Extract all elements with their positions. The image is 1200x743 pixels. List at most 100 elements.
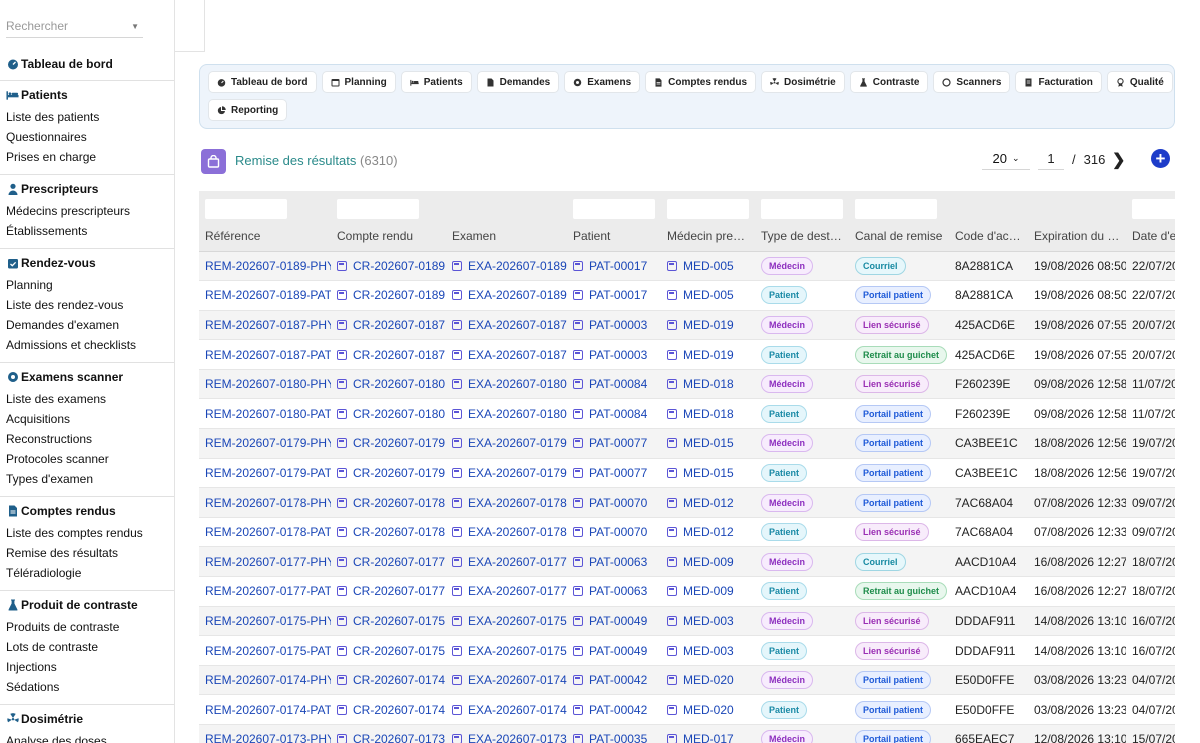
record-link[interactable]: CR-202607-0180 xyxy=(353,407,445,421)
reference-link[interactable]: REM-202607-0189-PAT xyxy=(205,288,331,302)
record-link[interactable]: CR-202607-0187 xyxy=(353,318,445,332)
record-link[interactable]: PAT-00017 xyxy=(589,288,647,302)
sidebar-item-liste-des-rendez-vous[interactable]: Liste des rendez-vous xyxy=(0,295,174,315)
sidebar-item-questionnaires[interactable]: Questionnaires xyxy=(0,127,174,147)
toolbar-button-demandes[interactable]: Demandes xyxy=(476,71,560,93)
record-link[interactable]: MED-017 xyxy=(683,732,734,743)
record-link[interactable]: EXA-202607-0187 xyxy=(468,348,567,362)
record-link[interactable]: MED-012 xyxy=(683,496,734,510)
record-link[interactable]: PAT-00063 xyxy=(589,584,647,598)
table-row[interactable]: REM-202607-0177-PHY CR-202607-0177 EXA-202… xyxy=(199,546,1175,578)
record-link[interactable]: PAT-00070 xyxy=(589,525,647,539)
table-row[interactable]: REM-202607-0179-PHY CR-202607-0179 EXA-202… xyxy=(199,428,1175,459)
record-link[interactable]: MED-012 xyxy=(683,525,734,539)
record-link[interactable]: EXA-202607-0189 xyxy=(468,259,567,273)
record-link[interactable]: EXA-202607-0179 xyxy=(468,436,567,450)
sidebar-heading-produit-de-contraste[interactable]: Produit de contraste xyxy=(0,597,174,613)
sidebar-item-types-d-examen[interactable]: Types d'examen xyxy=(0,469,174,489)
record-link[interactable]: CR-202607-0173 xyxy=(353,732,445,743)
toolbar-button-patients[interactable]: Patients xyxy=(400,71,472,93)
record-link[interactable]: CR-202607-0178 xyxy=(353,496,445,510)
reference-link[interactable]: REM-202607-0174-PHY xyxy=(205,673,331,687)
column-header[interactable]: Expiration du lien xyxy=(1028,221,1126,252)
sidebar-heading-comptes-rendus[interactable]: Comptes rendus xyxy=(0,503,174,519)
record-link[interactable]: EXA-202607-0175 xyxy=(468,614,567,628)
column-filter-input[interactable] xyxy=(205,199,287,219)
record-link[interactable]: CR-202607-0179 xyxy=(353,466,445,480)
record-link[interactable]: MED-018 xyxy=(683,407,734,421)
sidebar-item-demandes-d-examen[interactable]: Demandes d'examen xyxy=(0,315,174,335)
sidebar-item-lots-de-contraste[interactable]: Lots de contraste xyxy=(0,637,174,657)
sidebar-heading-examens-scanner[interactable]: Examens scanner xyxy=(0,369,174,385)
record-link[interactable]: PAT-00077 xyxy=(589,466,647,480)
record-link[interactable]: CR-202607-0189 xyxy=(353,288,445,302)
sidebar-item-liste-des-comptes-rendus[interactable]: Liste des comptes rendus xyxy=(0,523,174,543)
reference-link[interactable]: REM-202607-0179-PHY xyxy=(205,436,331,450)
page-number-input[interactable]: 1 xyxy=(1038,148,1064,170)
reference-link[interactable]: REM-202607-0173-PHY xyxy=(205,732,331,743)
column-filter-input[interactable] xyxy=(855,199,937,219)
sidebar-heading-patients[interactable]: Patients xyxy=(0,87,174,103)
record-link[interactable]: MED-009 xyxy=(683,584,734,598)
record-link[interactable]: EXA-202607-0179 xyxy=(468,466,567,480)
toolbar-button-contraste[interactable]: Contraste xyxy=(849,71,929,93)
record-link[interactable]: CR-202607-0177 xyxy=(353,584,445,598)
toolbar-button-comptes-rendus[interactable]: Comptes rendus xyxy=(645,71,757,93)
sidebar-item-reconstructions[interactable]: Reconstructions xyxy=(0,429,174,449)
record-link[interactable]: PAT-00003 xyxy=(589,348,647,362)
reference-link[interactable]: REM-202607-0180-PAT xyxy=(205,407,331,421)
reference-link[interactable]: REM-202607-0189-PHY xyxy=(205,259,331,273)
add-button[interactable]: + xyxy=(1151,149,1170,168)
sidebar-item-prises-en-charge[interactable]: Prises en charge xyxy=(0,147,174,167)
toolbar-button-examens[interactable]: Examens xyxy=(564,71,641,93)
sidebar-item-sedations[interactable]: Sédations xyxy=(0,677,174,697)
search-box[interactable]: ▼ xyxy=(6,14,143,38)
record-link[interactable]: MED-015 xyxy=(683,436,734,450)
record-link[interactable]: CR-202607-0174 xyxy=(353,703,445,717)
toolbar-button-scanners[interactable]: Scanners xyxy=(933,71,1011,93)
record-link[interactable]: CR-202607-0175 xyxy=(353,614,445,628)
record-link[interactable]: MED-020 xyxy=(683,673,734,687)
column-filter-input[interactable] xyxy=(761,199,843,219)
sidebar-item-protocoles-scanner[interactable]: Protocoles scanner xyxy=(0,449,174,469)
search-input[interactable] xyxy=(6,14,126,38)
record-link[interactable]: PAT-00035 xyxy=(589,732,647,743)
record-link[interactable]: EXA-202607-0178 xyxy=(468,525,567,539)
column-filter-input[interactable] xyxy=(337,199,419,219)
table-row[interactable]: REM-202607-0187-PHY CR-202607-0187 EXA-202… xyxy=(199,310,1175,341)
record-link[interactable]: EXA-202607-0189 xyxy=(468,288,567,302)
table-row[interactable]: REM-202607-0173-PHY CR-202607-0173 EXA-202… xyxy=(199,724,1175,743)
sidebar-item-liste-des-examens[interactable]: Liste des examens xyxy=(0,389,174,409)
reference-link[interactable]: REM-202607-0187-PAT xyxy=(205,348,331,362)
record-link[interactable]: CR-202607-0179 xyxy=(353,436,445,450)
column-header[interactable]: Canal de remise xyxy=(849,221,949,252)
table-row[interactable]: REM-202607-0187-PAT CR-202607-0187 EXA-202… xyxy=(199,339,1175,370)
record-link[interactable]: PAT-00049 xyxy=(589,614,647,628)
column-header[interactable]: Date d'en xyxy=(1126,221,1175,252)
sidebar-item-teleradiologie[interactable]: Téléradiologie xyxy=(0,563,174,583)
table-row[interactable]: REM-202607-0178-PAT CR-202607-0178 EXA-202… xyxy=(199,517,1175,548)
record-link[interactable]: PAT-00063 xyxy=(589,555,647,569)
sidebar-item-remise-des-resultats[interactable]: Remise des résultats xyxy=(0,543,174,563)
record-link[interactable]: MED-019 xyxy=(683,348,734,362)
table-row[interactable]: REM-202607-0175-PHY CR-202607-0175 EXA-202… xyxy=(199,606,1175,637)
reference-link[interactable]: REM-202607-0187-PHY xyxy=(205,318,331,332)
table-row[interactable]: REM-202607-0180-PAT CR-202607-0180 EXA-202… xyxy=(199,398,1175,430)
caret-down-icon[interactable]: ▼ xyxy=(131,22,139,31)
sidebar-heading-tableau-de-bord[interactable]: Tableau de bord xyxy=(0,56,174,72)
record-link[interactable]: CR-202607-0177 xyxy=(353,555,445,569)
sidebar-item-medecins-prescripteurs[interactable]: Médecins prescripteurs xyxy=(0,201,174,221)
column-header[interactable]: Examen xyxy=(446,221,567,252)
column-header[interactable]: Type de desti… xyxy=(755,221,849,252)
sidebar-item-liste-des-patients[interactable]: Liste des patients xyxy=(0,107,174,127)
record-link[interactable]: EXA-202607-0177 xyxy=(468,584,567,598)
table-row[interactable]: REM-202607-0179-PAT CR-202607-0179 EXA-202… xyxy=(199,458,1175,489)
record-link[interactable]: EXA-202607-0177 xyxy=(468,555,567,569)
column-filter-input[interactable] xyxy=(573,199,655,219)
sidebar-item-admissions-et-checklists[interactable]: Admissions et checklists xyxy=(0,335,174,355)
toolbar-button-qualite[interactable]: Qualité xyxy=(1106,71,1173,93)
record-link[interactable]: MED-009 xyxy=(683,555,734,569)
record-link[interactable]: PAT-00049 xyxy=(589,644,647,658)
record-link[interactable]: PAT-00042 xyxy=(589,673,647,687)
record-link[interactable]: PAT-00077 xyxy=(589,436,647,450)
